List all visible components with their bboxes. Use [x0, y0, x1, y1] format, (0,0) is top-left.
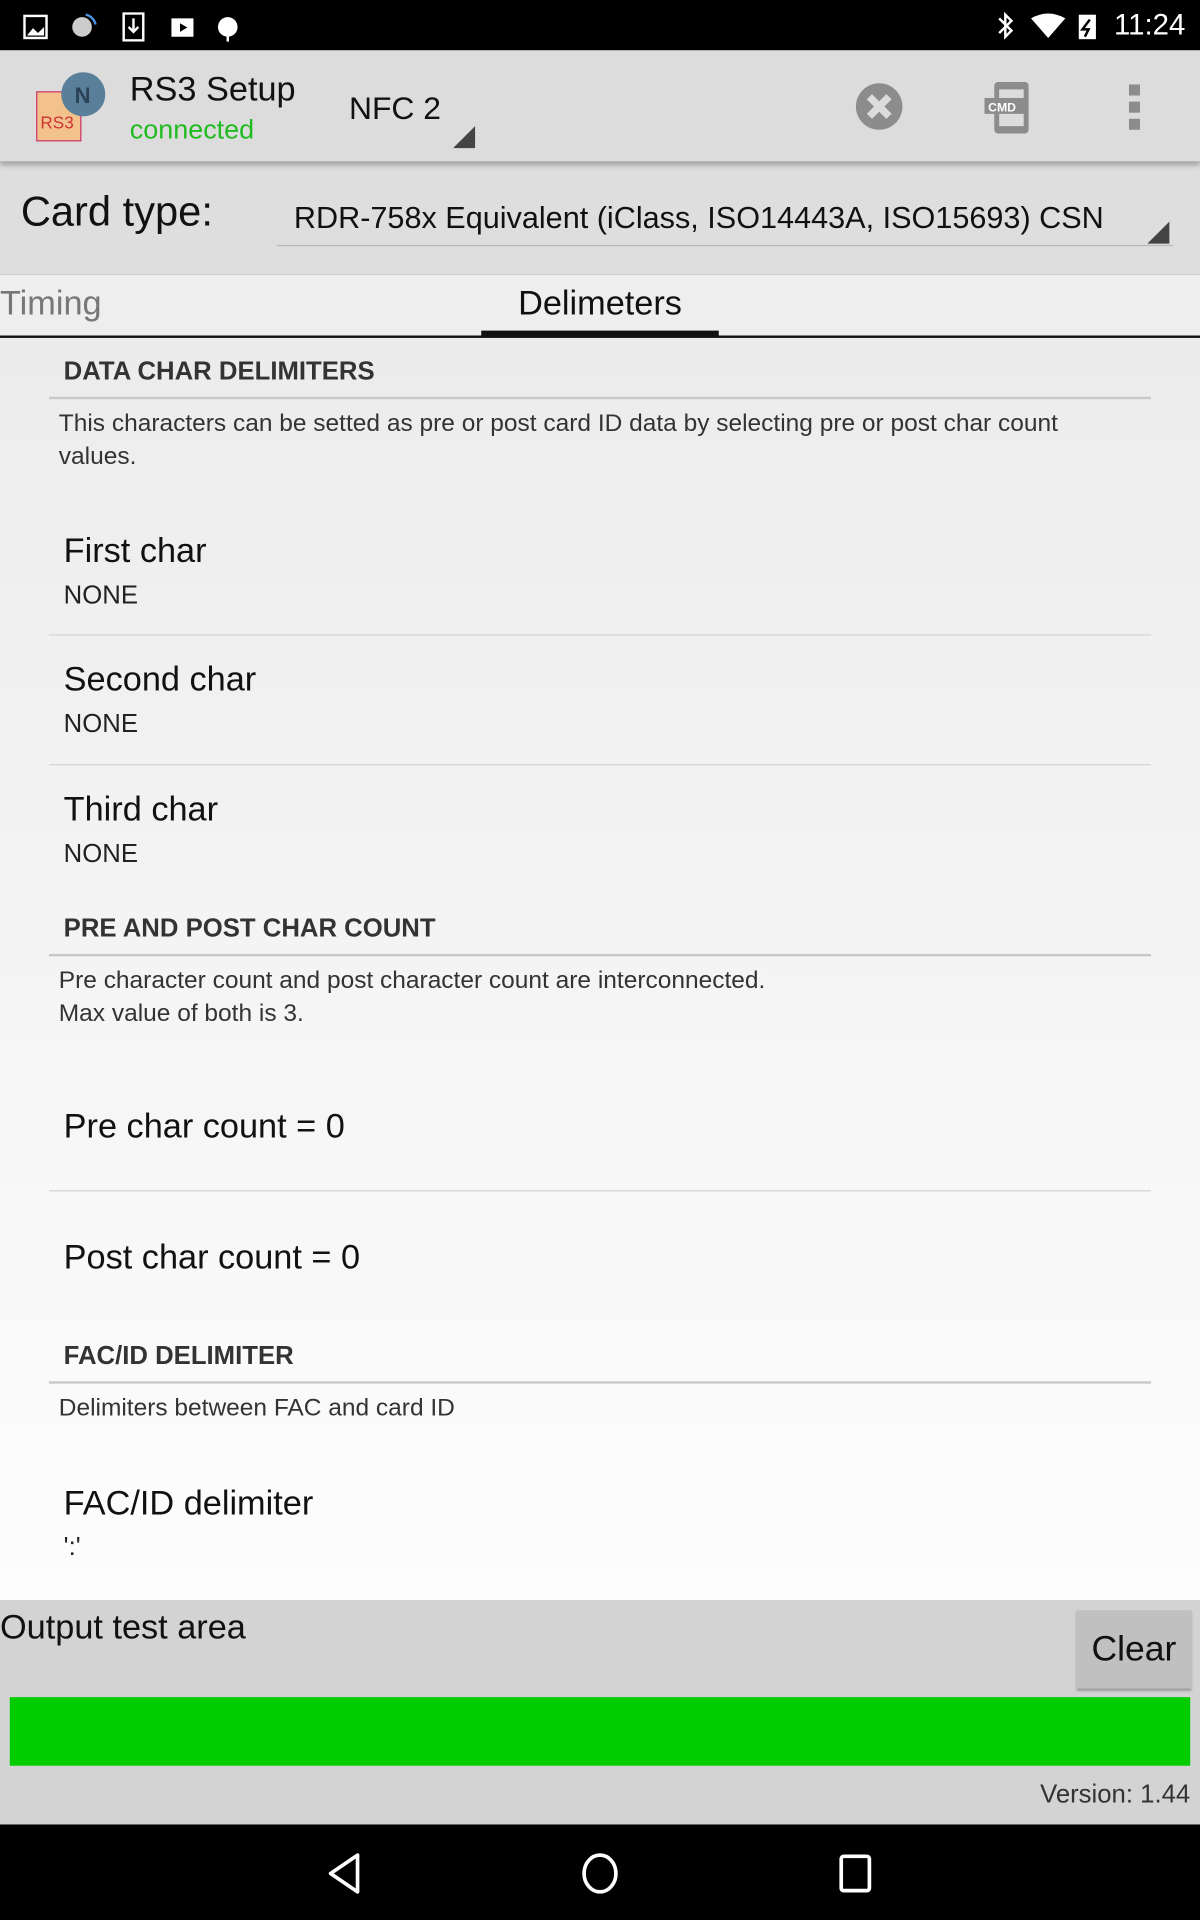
fac-id-delimiter-pref[interactable]: FAC/ID delimiter ':'	[49, 1464, 1151, 1596]
pref-title: Third char	[63, 789, 219, 828]
section-description: Pre character count and post character c…	[59, 965, 1137, 1031]
status-bar: 11:24	[0, 0, 1200, 51]
device-spinner[interactable]: NFC 2	[331, 67, 480, 153]
pref-title: FAC/ID delimiter	[63, 1484, 314, 1523]
back-icon[interactable]	[326, 1851, 363, 1895]
pref-value: NONE	[63, 581, 138, 610]
clear-button[interactable]: Clear	[1076, 1610, 1192, 1689]
card-type-spinner[interactable]: RDR-758x Equivalent (iClass, ISO14443A, …	[276, 186, 1174, 247]
pref-value: NONE	[63, 840, 138, 869]
pref-title: Second char	[63, 660, 257, 698]
close-circle-icon[interactable]	[855, 82, 904, 131]
first-char-pref[interactable]: First char NONE	[49, 500, 1151, 635]
svg-text:CMD: CMD	[988, 100, 1016, 114]
tab-delimeters[interactable]: Delimeters	[481, 274, 719, 336]
pref-title: Post char count = 0	[63, 1237, 361, 1276]
section-header: PRE AND POST CHAR COUNT	[48, 915, 1152, 957]
preferences-list: DATA CHAR DELIMITERS This characters can…	[0, 337, 1200, 1601]
dropdown-triangle-icon	[453, 126, 476, 149]
section-description: Delimiters between FAC and card ID	[58, 1394, 455, 1422]
pref-value: NONE	[63, 710, 138, 739]
navigation-bar	[0, 1824, 1200, 1920]
section-header: DATA CHAR DELIMITERS	[48, 358, 1152, 400]
section-description: This characters can be setted as pre or …	[58, 410, 1058, 471]
second-char-pref[interactable]: Second char NONE	[49, 636, 1151, 765]
clear-button-label: Clear	[1091, 1629, 1177, 1669]
connection-status: connected	[129, 113, 255, 145]
clock: 11:24	[1113, 8, 1186, 42]
device-spinner-value: NFC 2	[348, 89, 441, 127]
output-label: Output test area	[0, 1607, 246, 1646]
card-type-value: RDR-758x Equivalent (iClass, ISO14443A, …	[293, 200, 1104, 236]
pref-title: First char	[63, 531, 207, 570]
system-status-icons	[998, 11, 1096, 40]
home-icon[interactable]	[580, 1851, 619, 1895]
tab-delimeters-label: Delimeters	[518, 284, 682, 323]
section-header: FAC/ID DELIMITER	[48, 1342, 1152, 1384]
app-logo-icon: RS3 N	[36, 72, 106, 142]
svg-text:RS3: RS3	[40, 113, 73, 133]
card-type-label: Card type:	[20, 188, 213, 236]
cmd-icon[interactable]: CMD	[982, 80, 1033, 136]
pre-char-count-pref[interactable]: Pre char count = 0	[49, 1060, 1151, 1190]
description-line: Pre character count and post character c…	[58, 967, 766, 995]
pref-value: ':'	[63, 1533, 81, 1562]
app-bar: RS3 N RS3 Setup connected NFC 2 CMD	[0, 50, 1200, 162]
dropdown-triangle-icon	[1147, 221, 1170, 244]
description-line: Max value of both is 3.	[58, 1000, 304, 1028]
tab-timing[interactable]: Timing	[0, 284, 102, 323]
tab-bar: Timing Delimeters	[0, 274, 1200, 338]
pref-title: Pre char count = 0	[63, 1106, 345, 1145]
app-title: RS3 Setup	[129, 69, 296, 108]
third-char-pref[interactable]: Third char NONE	[49, 765, 1151, 894]
card-type-row: Card type: RDR-758x Equivalent (iClass, …	[0, 161, 1200, 275]
recents-icon[interactable]	[838, 1853, 875, 1895]
overflow-menu-icon[interactable]	[1127, 82, 1144, 131]
svg-text:N: N	[75, 83, 91, 108]
output-test-area: Output test area Clear Version: 1.44	[0, 1600, 1200, 1825]
status-indicator-bar	[9, 1697, 1191, 1766]
post-char-count-pref[interactable]: Post char count = 0	[49, 1191, 1151, 1320]
version-label: Version: 1.44	[1040, 1780, 1191, 1809]
notification-icons	[23, 12, 238, 42]
